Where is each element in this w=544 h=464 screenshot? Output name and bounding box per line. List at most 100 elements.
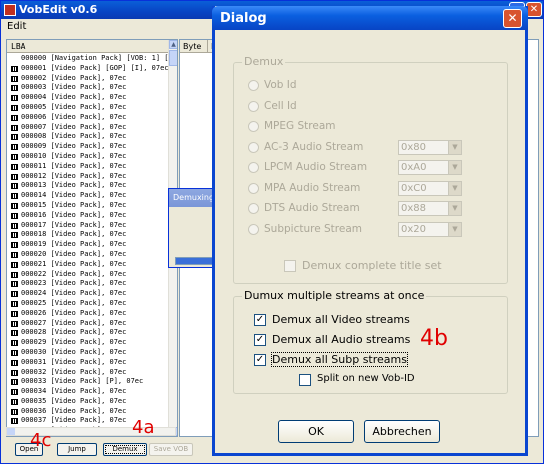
lba-row-text: 000029 [Video Pack], 07ec [21,338,127,347]
video-pack-icon [11,85,18,92]
lba-row[interactable]: 000001 [Video Pack] [GOP] [I], 07ec [7,64,169,74]
stream-id-select[interactable]: 0xC0 ▼ [398,180,462,196]
lba-row-text: 000019 [Video Pack], 07ec [21,240,127,249]
demux-option-label: MPEG Stream [264,120,336,132]
demux-button[interactable]: Demux [103,443,147,456]
lba-row-text: 000023 [Video Pack], 07ec [21,279,127,288]
chevron-down-icon[interactable]: ▼ [448,161,461,174]
lba-row[interactable]: 000021 [Video Pack], 07ec [7,260,169,270]
video-pack-icon [11,202,18,209]
video-pack-icon [11,398,18,405]
lba-row[interactable]: 000012 [Video Pack], 07ec [7,172,169,182]
lba-row[interactable]: 000002 [Video Pack], 07ec [7,74,169,84]
lba-row[interactable]: 000013 [Video Pack], 07ec [7,181,169,191]
lba-row[interactable]: 000020 [Video Pack], 07ec [7,250,169,260]
menu-edit[interactable]: Edit [7,21,26,32]
lba-row[interactable]: 000010 [Video Pack], 07ec [7,152,169,162]
lba-row-text: 000002 [Video Pack], 07ec [21,73,127,82]
close-icon[interactable]: ✕ [503,9,522,28]
lba-row[interactable]: 000026 [Video Pack], 07ec [7,309,169,319]
checkbox-checked-icon: ✓ [254,334,266,346]
video-pack-icon [11,418,18,425]
lba-row[interactable]: 000032 [Video Pack], 07ec [7,368,169,378]
hex-header-byte[interactable]: Byte [180,40,208,53]
demux-option-label: DTS Audio Stream [264,202,360,214]
jump-button[interactable]: Jump [57,443,97,456]
video-pack-icon [11,193,18,200]
lba-row[interactable]: 000024 [Video Pack], 07ec [7,289,169,299]
radio-icon [248,80,259,91]
video-pack-icon [11,124,18,131]
scroll-up-icon[interactable]: ▲ [169,40,177,49]
demux-all-video-label: Demux all Video streams [272,313,410,326]
lba-row[interactable]: 000004 [Video Pack], 07ec [7,93,169,103]
lba-row[interactable]: 000034 [Video Pack], 07ec [7,387,169,397]
lba-row[interactable]: 000015 [Video Pack], 07ec [7,201,169,211]
lba-row[interactable]: 000008 [Video Pack], 07ec [7,132,169,142]
cancel-button[interactable]: Abbrechen [364,420,440,443]
lba-row[interactable]: 000016 [Video Pack], 07ec [7,211,169,221]
lba-row[interactable]: 000006 [Video Pack], 07ec [7,113,169,123]
lba-row[interactable]: 000036 [Video Pack], 07ec [7,407,169,417]
chevron-down-icon[interactable]: ▼ [448,140,461,154]
demux-option-label: Cell Id [264,99,297,112]
lba-row-text: 000012 [Video Pack], 07ec [21,171,127,180]
demux-all-subp-label: Demux all Subp streams [271,352,408,367]
chevron-down-icon[interactable]: ▼ [448,202,461,215]
stream-id-value: 0x88 [401,203,427,214]
lba-row[interactable]: 000035 [Video Pack], 07ec [7,397,169,407]
lba-row[interactable]: 000027 [Video Pack], 07ec [7,319,169,329]
video-pack-icon [11,242,18,249]
lba-row[interactable]: 000028 [Video Pack], 07ec [7,328,169,338]
lba-row-text: 000026 [Video Pack], 07ec [21,308,127,317]
lba-row[interactable]: 000019 [Video Pack], 07ec [7,240,169,250]
stream-id-select[interactable]: 0xA0 ▼ [398,160,462,175]
stream-id-select[interactable]: 0x80 ▼ [398,139,462,155]
video-pack-icon [11,271,18,278]
lba-row[interactable]: 000018 [Video Pack], 07ec [7,230,169,240]
lba-row[interactable]: 000025 [Video Pack], 07ec [7,299,169,309]
checkbox-checked-icon: ✓ [254,314,266,326]
video-pack-icon [11,310,18,317]
lba-row[interactable]: 000005 [Video Pack], 07ec [7,103,169,113]
lba-list[interactable]: LBA 000000 [Navigation Pack] [VOB: 1] [C… [6,39,178,437]
dialog-titlebar[interactable]: Dialog ✕ [212,6,528,30]
save-vob-button[interactable]: Save VOB [149,443,193,456]
demux-option-label: LPCM Audio Stream [264,161,368,173]
ok-button[interactable]: OK [278,420,354,443]
lba-row[interactable]: 000022 [Video Pack], 07ec [7,270,169,280]
lba-row[interactable]: 000023 [Video Pack], 07ec [7,279,169,289]
chevron-down-icon[interactable]: ▼ [448,181,461,195]
demux-option-label: MPA Audio Stream [264,181,361,194]
lba-row[interactable]: 000014 [Video Pack], 07ec [7,191,169,201]
radio-icon [248,203,259,214]
main-close-icon[interactable]: ✕ [526,2,542,17]
checkbox-icon [299,374,311,386]
lba-row[interactable]: 000031 [Video Pack], 07ec [7,358,169,368]
lba-row[interactable]: 000017 [Video Pack], 07ec [7,221,169,231]
lba-row[interactable]: 000009 [Video Pack], 07ec [7,142,169,152]
lba-row-text: 000022 [Video Pack], 07ec [21,269,127,278]
scroll-left-icon[interactable] [7,428,15,435]
lba-row[interactable]: 000003 [Video Pack], 07ec [7,83,169,93]
lba-row[interactable]: 000030 [Video Pack], 07ec [7,348,169,358]
chevron-down-icon[interactable]: ▼ [448,222,461,236]
lba-row[interactable]: 000029 [Video Pack], 07ec [7,338,169,348]
lba-row[interactable]: 000011 [Video Pack], 07ec [7,162,169,172]
lba-column-header[interactable]: LBA [7,40,169,53]
video-pack-icon [11,379,18,386]
video-pack-icon [11,330,18,337]
lba-row-text: 000018 [Video Pack], 07ec [21,230,127,239]
lba-row[interactable]: 000033 [Video Pack] [P], 07ec [7,377,169,387]
lba-row-text: 000033 [Video Pack] [P], 07ec [21,377,144,386]
stream-id-select[interactable]: 0x88 ▼ [398,201,462,216]
annotation-4a: 4a [132,417,155,438]
vobedit-app-icon [4,4,16,16]
lba-row-text: 000001 [Video Pack] [GOP] [I], 07ec [21,63,169,72]
scroll-thumb[interactable] [169,50,177,66]
radio-icon [248,223,259,235]
lba-row[interactable]: 000007 [Video Pack], 07ec [7,123,169,133]
stream-id-select[interactable]: 0x20 ▼ [398,221,462,237]
lba-row[interactable]: 000000 [Navigation Pack] [VOB: 1] [C [7,54,173,64]
lba-row-text: 000030 [Video Pack], 07ec [21,347,127,356]
